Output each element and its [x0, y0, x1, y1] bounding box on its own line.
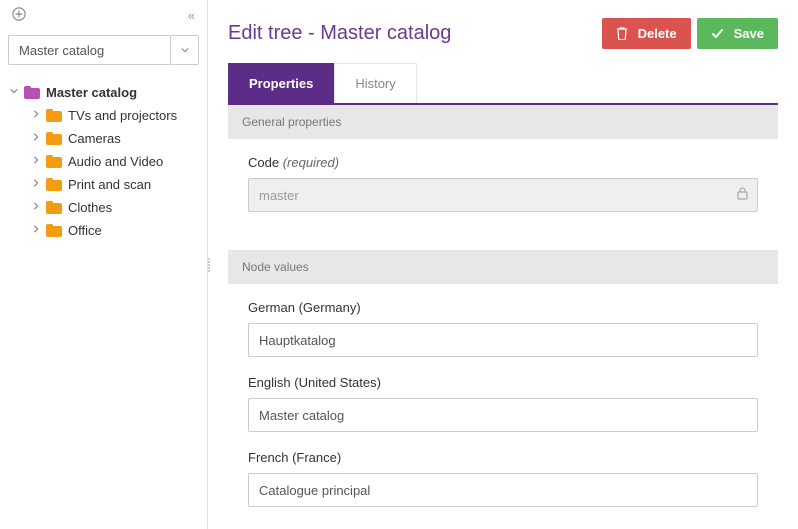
tree-node[interactable]: Audio and Video	[18, 150, 207, 173]
sidebar: « Master catalog Master catalog TVs and …	[0, 0, 208, 529]
folder-icon	[46, 109, 62, 122]
trash-icon	[616, 27, 628, 40]
save-button[interactable]: Save	[697, 18, 778, 49]
tree-node-label: TVs and projectors	[68, 108, 177, 123]
folder-icon	[46, 178, 62, 191]
tab-properties[interactable]: Properties	[228, 63, 334, 103]
catalog-select-value: Master catalog	[19, 43, 104, 58]
collapse-sidebar-icon[interactable]: «	[184, 6, 199, 25]
chevron-down-icon[interactable]	[10, 87, 20, 98]
tree-node[interactable]: Print and scan	[18, 173, 207, 196]
tree-node-label: Audio and Video	[68, 154, 163, 169]
locale-input[interactable]	[248, 473, 758, 507]
locale-input[interactable]	[248, 323, 758, 357]
main-panel: Edit tree - Master catalog Delete Save	[208, 0, 798, 529]
chevron-right-icon[interactable]	[32, 225, 42, 236]
tree-node-label: Cameras	[68, 131, 121, 146]
locale-input[interactable]	[248, 398, 758, 432]
locale-label: German (Germany)	[248, 300, 758, 315]
code-input	[248, 178, 758, 212]
lock-icon	[737, 187, 748, 203]
chevron-right-icon[interactable]	[32, 156, 42, 167]
chevron-right-icon[interactable]	[32, 179, 42, 190]
tree-node-label: Clothes	[68, 200, 112, 215]
tree-node[interactable]: Cameras	[18, 127, 207, 150]
save-button-label: Save	[734, 26, 764, 41]
chevron-right-icon[interactable]	[32, 133, 42, 144]
tree-root[interactable]: Master catalog	[0, 81, 207, 104]
tree-node[interactable]: Office	[18, 219, 207, 242]
section-header-node-values: Node values	[228, 250, 778, 284]
catalog-select-caret[interactable]	[171, 35, 199, 65]
folder-icon	[46, 201, 62, 214]
chevron-right-icon[interactable]	[32, 110, 42, 121]
resize-handle[interactable]	[208, 258, 210, 272]
add-icon[interactable]	[8, 7, 30, 24]
chevron-right-icon[interactable]	[32, 202, 42, 213]
tree-node-label: Office	[68, 223, 102, 238]
folder-icon	[46, 224, 62, 237]
locale-label: English (United States)	[248, 375, 758, 390]
check-icon	[711, 27, 724, 40]
delete-button-label: Delete	[638, 26, 677, 41]
category-tree: Master catalog TVs and projectors Cameras…	[0, 75, 207, 242]
page-title: Edit tree - Master catalog	[228, 22, 451, 45]
delete-button[interactable]: Delete	[602, 18, 691, 49]
folder-icon	[24, 86, 40, 99]
locale-label: French (France)	[248, 450, 758, 465]
catalog-select[interactable]: Master catalog	[8, 35, 171, 65]
folder-icon	[46, 132, 62, 145]
section-header-general: General properties	[228, 105, 778, 139]
tree-node[interactable]: Clothes	[18, 196, 207, 219]
tree-root-label: Master catalog	[46, 85, 137, 100]
code-label: Code (required)	[248, 155, 758, 170]
folder-icon	[46, 155, 62, 168]
tab-history[interactable]: History	[334, 63, 416, 103]
tree-node-label: Print and scan	[68, 177, 151, 192]
tree-node[interactable]: TVs and projectors	[18, 104, 207, 127]
tabs: Properties History	[228, 63, 778, 105]
